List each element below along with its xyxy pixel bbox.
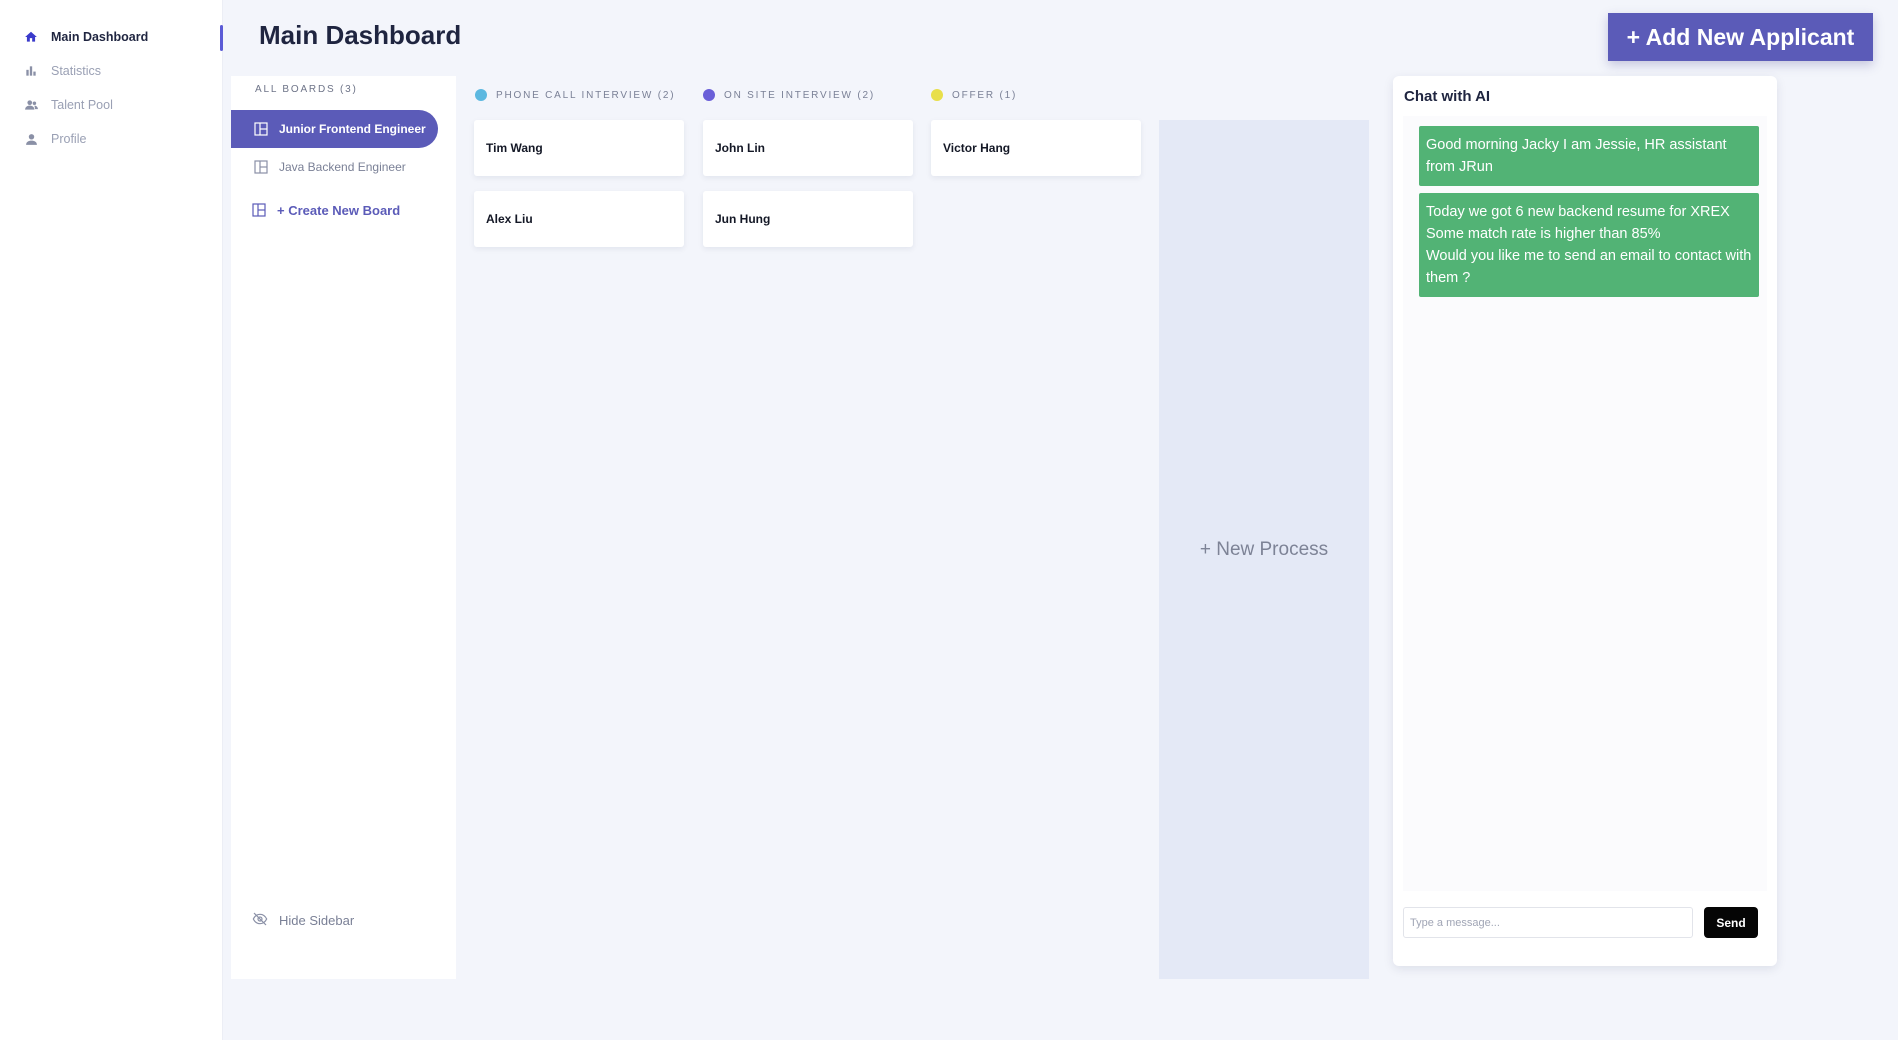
nav-item-label: Statistics bbox=[51, 64, 102, 78]
board-icon bbox=[254, 160, 268, 174]
board-item-junior-frontend-engineer[interactable]: Junior Frontend Engineer bbox=[231, 110, 438, 148]
column-title: PHONE CALL INTERVIEW (2) bbox=[496, 89, 676, 101]
chat-message-bubble: Good morning Jacky I am Jessie, HR assis… bbox=[1419, 126, 1759, 186]
column-title: ON SITE INTERVIEW (2) bbox=[724, 89, 875, 101]
chat-message-bubble: Today we got 6 new backend resume for XR… bbox=[1419, 193, 1759, 297]
status-dot bbox=[703, 89, 715, 101]
active-nav-indicator bbox=[220, 25, 223, 51]
nav-item-label: Main Dashboard bbox=[51, 30, 149, 44]
ai-chat-panel: Chat with AI Good morning Jacky I am Jes… bbox=[1393, 76, 1777, 966]
board-icon bbox=[252, 203, 266, 217]
create-board-label: + Create New Board bbox=[277, 202, 401, 218]
eye-off-icon bbox=[252, 912, 268, 928]
applicant-card[interactable]: Jun Hung bbox=[703, 191, 913, 247]
nav-item-profile[interactable]: Profile bbox=[22, 127, 86, 151]
nav-item-main-dashboard[interactable]: Main Dashboard bbox=[22, 25, 148, 49]
bar-chart-icon bbox=[22, 62, 40, 80]
page-title: Main Dashboard bbox=[259, 20, 462, 50]
column-header-on-site-interview: ON SITE INTERVIEW (2) bbox=[703, 89, 875, 101]
create-new-board-button[interactable]: + Create New Board bbox=[231, 191, 400, 229]
chat-title: Chat with AI bbox=[1404, 88, 1491, 105]
board-item-label: Junior Frontend Engineer bbox=[279, 122, 426, 136]
left-navigation: Main Dashboard Statistics Talent Pool Pr… bbox=[0, 0, 223, 1040]
applicant-card[interactable]: Tim Wang bbox=[474, 120, 684, 176]
chat-message-input[interactable] bbox=[1403, 907, 1693, 938]
user-icon bbox=[22, 130, 40, 148]
applicant-card[interactable]: John Lin bbox=[703, 120, 913, 176]
people-icon bbox=[22, 96, 40, 114]
nav-item-label: Talent Pool bbox=[51, 98, 113, 112]
send-button[interactable]: Send bbox=[1704, 907, 1758, 938]
chat-message-list[interactable]: Good morning Jacky I am Jessie, HR assis… bbox=[1403, 116, 1767, 891]
applicant-card[interactable]: Victor Hang bbox=[931, 120, 1141, 176]
column-header-offer: OFFER (1) bbox=[931, 89, 1017, 101]
home-icon bbox=[22, 28, 40, 46]
nav-item-talent-pool[interactable]: Talent Pool bbox=[22, 93, 113, 117]
new-process-button[interactable]: + New Process bbox=[1159, 120, 1369, 979]
status-dot bbox=[931, 89, 943, 101]
board-icon bbox=[254, 122, 268, 136]
nav-item-label: Profile bbox=[51, 132, 87, 146]
hide-sidebar-button[interactable]: Hide Sidebar bbox=[252, 912, 354, 928]
add-new-applicant-button[interactable]: + Add New Applicant bbox=[1608, 13, 1873, 61]
hide-sidebar-label: Hide Sidebar bbox=[279, 912, 355, 928]
column-title: OFFER (1) bbox=[952, 89, 1018, 101]
nav-item-statistics[interactable]: Statistics bbox=[22, 59, 101, 83]
board-item-label: Java Backend Engineer bbox=[279, 160, 406, 174]
column-header-phone-call-interview: PHONE CALL INTERVIEW (2) bbox=[475, 89, 675, 101]
board-item-java-backend-engineer[interactable]: Java Backend Engineer bbox=[231, 148, 406, 186]
status-dot bbox=[475, 89, 487, 101]
boards-sidebar: ALL BOARDS (3) Junior Frontend Engineer … bbox=[231, 76, 456, 979]
applicant-card[interactable]: Alex Liu bbox=[474, 191, 684, 247]
boards-title: ALL BOARDS (3) bbox=[255, 84, 358, 95]
